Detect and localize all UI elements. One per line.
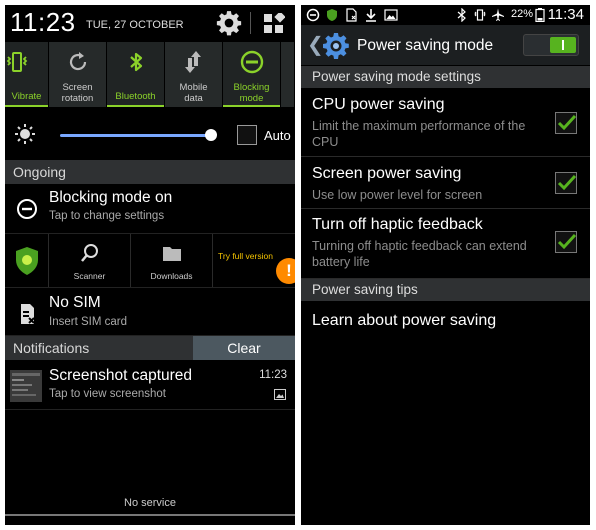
qs-bluetooth-label: Bluetooth [115,91,156,102]
shade-header: 11:23 TUE, 27 OCTOBER [5,5,295,42]
qs-mobile-data-label: Mobile data [179,82,208,104]
settings-section-header: Power saving mode settings [301,66,590,88]
rotation-icon [69,52,86,71]
qs-vibrate[interactable]: Vibrate [5,42,49,107]
auto-brightness-checkbox[interactable] [237,125,257,145]
scanner-button[interactable]: Scanner [49,234,131,287]
quick-panel-grid-icon[interactable] [263,13,285,35]
vibrate-icon [474,9,486,21]
ongoing-header: Ongoing [5,160,295,184]
magnifier-icon [80,244,98,262]
notif-title: Blocking mode on [49,189,173,206]
screenshot-thumbnail [10,370,42,402]
download-icon [366,9,376,22]
learn-about-power-saving-link[interactable]: Learn about power saving [312,312,496,330]
brightness-slider-knob[interactable] [205,129,217,141]
battery-icon [535,8,545,22]
brightness-slider[interactable] [60,134,212,137]
settings-gear-icon[interactable] [322,32,350,60]
blocking-mode-icon [240,50,263,74]
qs-bluetooth[interactable]: Bluetooth [107,42,165,107]
haptic-feedback-item[interactable]: Turn off haptic feedback Turning off hap… [301,209,590,279]
quick-settings-row: Vibrate Screen rotation Bluetooth Mobile… [5,42,295,107]
mobile-data-icon [184,51,201,73]
auto-brightness-label: Auto [264,128,291,143]
airplane-icon [492,8,504,21]
clock: 11:23 [10,7,76,37]
qs-blocking-mode[interactable]: Blocking mode [223,42,281,107]
no-sim-notification[interactable]: No SIM Insert SIM card [5,288,295,336]
brightness-sun-icon [15,124,35,144]
bluetooth-icon [129,52,142,72]
clear-button[interactable]: Clear [193,336,295,360]
notif-time: 11:23 [259,369,287,381]
item-title: CPU power saving [312,96,445,113]
tips-section-header: Power saving tips [301,279,590,301]
battery-percent: 22% [511,8,534,20]
screenshot-notification[interactable]: Screenshot captured Tap to view screensh… [5,360,295,410]
header-divider [250,12,251,34]
notif-title: No SIM [49,294,101,311]
screen-power-saving-checkbox[interactable] [555,172,577,194]
item-title: Turn off haptic feedback [312,216,483,233]
status-bar: 22% 11:34 [301,5,590,25]
blocking-mode-icon [17,199,37,219]
cpu-power-saving-item[interactable]: CPU power saving Limit the maximum perfo… [301,88,590,157]
item-subtitle: Turning off haptic feedback can extend b… [312,239,527,269]
qs-screen-rotation[interactable]: Screen rotation [49,42,107,107]
no-sim-icon [346,8,357,22]
cpu-power-saving-checkbox[interactable] [555,112,577,134]
toggle-on-indicator [550,37,576,53]
vibrate-icon [6,52,28,72]
scanner-label: Scanner [73,271,106,281]
image-icon [384,9,398,21]
shade-handle[interactable] [5,514,295,516]
qs-more[interactable] [281,42,295,107]
try-full-version-label: Try full version [218,251,273,261]
no-sim-icon [21,304,35,324]
shield-icon [327,9,337,21]
security-app-widget: Scanner Downloads Try full version ! [5,234,295,288]
security-app-logo[interactable] [5,234,49,287]
folder-icon [162,247,181,261]
power-saving-toggle[interactable] [523,34,579,56]
qs-blocking-label: Blocking mode [233,82,270,104]
screen-power-saving-item[interactable]: Screen power saving Use low power level … [301,157,590,209]
shield-icon [15,247,38,275]
bluetooth-icon [457,8,466,22]
notif-subtitle: Tap to change settings [49,210,165,222]
notif-title: Screenshot captured [49,367,193,384]
notifications-header: Notifications [5,336,193,360]
date: TUE, 27 OCTOBER [86,19,184,31]
notif-subtitle: Tap to view screenshot [49,388,166,400]
qs-vibrate-label: Vibrate [11,91,42,102]
settings-gear-icon[interactable] [216,10,242,36]
notif-subtitle: Insert SIM card [49,316,127,328]
warning-badge-icon: ! [276,258,295,284]
checkmark-icon [557,174,577,191]
image-icon [274,389,286,400]
try-full-version-button[interactable]: Try full version ! [213,234,295,287]
checkmark-icon [557,114,577,131]
item-title: Screen power saving [312,165,462,182]
haptic-feedback-checkbox[interactable] [555,231,577,253]
downloads-label: Downloads [150,271,193,281]
downloads-button[interactable]: Downloads [131,234,213,287]
item-subtitle: Limit the maximum performance of the CPU [312,119,526,149]
power-saving-settings: 22% 11:34 ❮ Power saving mode Power savi… [301,5,590,525]
notification-shade: 11:23 TUE, 27 OCTOBER Vibrate Screen rot… [5,5,295,525]
brightness-row: Auto [5,107,295,160]
qs-rotation-label: Screen rotation [61,82,94,104]
blocking-mode-icon [306,8,320,22]
blocking-mode-notification[interactable]: Blocking mode on Tap to change settings [5,184,295,234]
page-title: Power saving mode [357,37,494,54]
qs-mobile-data[interactable]: Mobile data [165,42,223,107]
no-service-label: No service [124,497,176,509]
checkmark-icon [557,233,577,250]
item-subtitle: Use low power level for screen [312,188,483,202]
status-clock: 11:34 [547,6,584,23]
action-bar: ❮ Power saving mode [301,25,590,65]
